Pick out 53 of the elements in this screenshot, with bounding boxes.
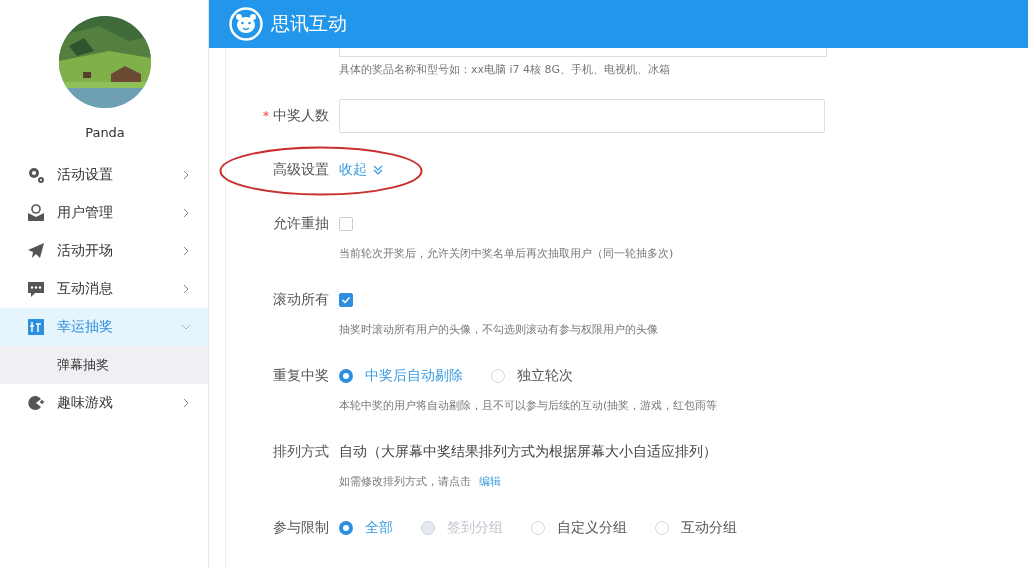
menu-label: 幸运抽奖 xyxy=(57,318,114,336)
field-label: 重复中奖 xyxy=(273,367,329,385)
chevron-right-icon xyxy=(181,246,191,256)
input-field[interactable] xyxy=(339,99,825,133)
hint-text: 本轮中奖的用户将自动剔除，且不可以参与后续的互动(抽奖，游戏，红包雨等 xyxy=(339,399,718,412)
hint-text: 如需修改排列方式，请点击 xyxy=(339,475,471,488)
menu-label: 互动消息 xyxy=(57,280,114,298)
field-label: 滚动所有 xyxy=(273,291,329,309)
hint-text: 抽奖时滚动所有用户的头像，不勾选则滚动有参与权限用户的头像 xyxy=(339,323,658,336)
menu-label: 活动设置 xyxy=(57,166,114,184)
required-mark: * xyxy=(263,109,269,123)
hint-text: 具体的奖品名称和型号如：xx电脑 i7 4核 8G、手机、电视机、冰箱 xyxy=(339,63,671,76)
chevron-right-icon xyxy=(181,284,191,294)
bear-logo-icon xyxy=(229,7,263,41)
radio-button[interactable] xyxy=(339,369,353,383)
radio-label: 互动分组 xyxy=(681,519,737,537)
input-field[interactable] xyxy=(339,48,827,57)
chevron-right-icon xyxy=(181,398,191,408)
radio-label: 中奖后自动剔除 xyxy=(365,367,463,385)
field-label: 排列方式 xyxy=(273,443,329,461)
field-value: 自动（大屏幕中奖结果排列方式为根据屏幕大小自适应排列） xyxy=(339,443,717,461)
chevron-down-icon xyxy=(181,322,191,332)
menu-item[interactable]: 互动消息 xyxy=(0,270,208,308)
checkbox[interactable] xyxy=(339,293,353,307)
user-card-icon xyxy=(27,204,45,222)
field-label: 参与限制 xyxy=(273,519,329,537)
menu-item[interactable]: 趣味游戏 xyxy=(0,384,208,422)
menu-label: 趣味游戏 xyxy=(57,394,114,412)
field-label: 允许重抽 xyxy=(273,215,329,233)
gears-icon xyxy=(27,166,45,184)
radio-label: 签到分组 xyxy=(447,519,503,537)
menu-label: 用户管理 xyxy=(57,204,114,222)
hint-text: 当前轮次开奖后，允许关闭中奖名单后再次抽取用户（同一轮抽多次) xyxy=(339,247,674,260)
double-chevron-icon xyxy=(373,165,383,175)
radio-label: 独立轮次 xyxy=(517,367,573,385)
menu-item[interactable]: 活动开场 xyxy=(0,232,208,270)
chat-bubble-icon xyxy=(27,280,45,298)
radio-button[interactable] xyxy=(339,521,353,535)
menu-item[interactable]: 用户管理 xyxy=(0,194,208,232)
submenu-item[interactable]: 弹幕抽奖 xyxy=(0,346,208,384)
menu-label: 活动开场 xyxy=(57,242,114,260)
menu-item[interactable]: 活动设置 xyxy=(0,156,208,194)
radio-label: 自定义分组 xyxy=(557,519,627,537)
field-label: 中奖人数 xyxy=(273,107,329,125)
app-title: 思讯互动 xyxy=(271,11,347,36)
user-name: Panda xyxy=(85,124,125,142)
paper-plane-icon xyxy=(27,242,45,260)
chevron-right-icon xyxy=(181,208,191,218)
chevron-right-icon xyxy=(181,170,191,180)
field-label: 高级设置 xyxy=(273,161,329,179)
checkbox[interactable] xyxy=(339,217,353,231)
game-icon xyxy=(27,394,45,412)
radio-label: 全部 xyxy=(365,519,393,537)
